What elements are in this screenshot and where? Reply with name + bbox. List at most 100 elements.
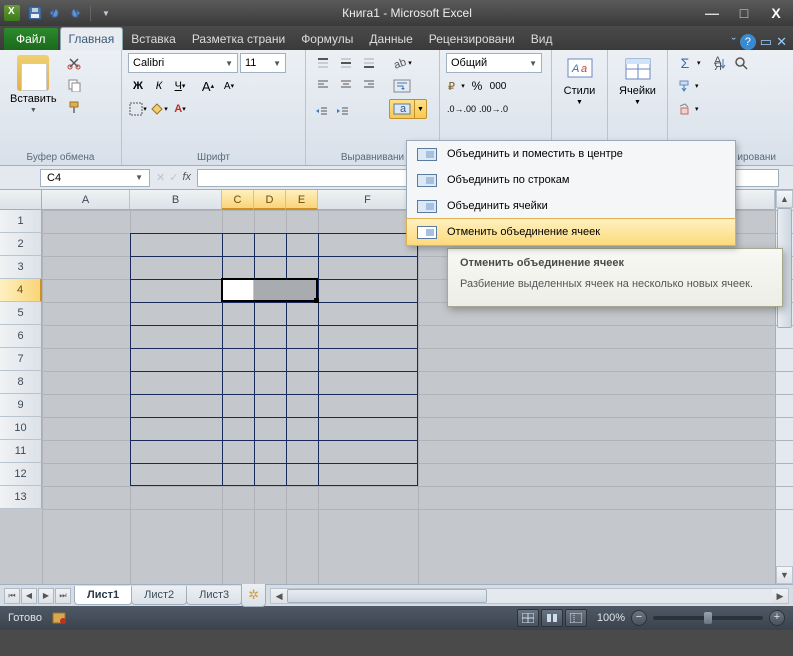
percent-button[interactable]: % (467, 76, 487, 96)
row-header-8[interactable]: 8 (0, 371, 42, 394)
align-bottom-button[interactable] (358, 53, 380, 73)
format-painter-icon[interactable] (64, 97, 84, 117)
scroll-up-icon[interactable]: ▲ (776, 190, 793, 208)
page-layout-view-button[interactable] (541, 609, 563, 627)
row-header-1[interactable]: 1 (0, 210, 42, 233)
sheet-tab-2[interactable]: Лист2 (131, 586, 187, 605)
maximize-button[interactable]: □ (731, 5, 757, 21)
undo-icon[interactable] (46, 4, 64, 22)
name-box[interactable]: C4▼ (40, 169, 150, 187)
underline-button[interactable]: Ч▾ (170, 76, 190, 96)
col-header-D[interactable]: D (254, 190, 286, 210)
grow-font-button[interactable]: A▴ (198, 76, 218, 96)
minimize-ribbon-icon[interactable]: ˇ (731, 35, 735, 50)
autosum-button[interactable]: Σ (674, 53, 696, 73)
decrease-decimal-button[interactable]: .00→.0 (478, 99, 509, 119)
decrease-indent-button[interactable] (312, 101, 332, 121)
horizontal-scrollbar[interactable]: ◀ ▶ (270, 588, 789, 604)
selection-marquee[interactable] (221, 278, 318, 302)
row-header-2[interactable]: 2 (0, 233, 42, 256)
number-format-combo[interactable]: Общий▼ (446, 53, 542, 73)
row-header-11[interactable]: 11 (0, 440, 42, 463)
row-header-7[interactable]: 7 (0, 348, 42, 371)
zoom-level[interactable]: 100% (597, 612, 625, 624)
shrink-font-button[interactable]: A▾ (219, 76, 239, 96)
paste-button[interactable]: Вставить ▼ (6, 53, 61, 116)
zoom-in-button[interactable]: + (769, 610, 785, 626)
macro-record-icon[interactable] (52, 611, 68, 625)
row-header-12[interactable]: 12 (0, 463, 42, 486)
redo-icon[interactable] (66, 4, 84, 22)
row-header-9[interactable]: 9 (0, 394, 42, 417)
increase-indent-button[interactable] (333, 101, 353, 121)
merge-center-icon[interactable]: a (389, 99, 415, 119)
font-name-combo[interactable]: Calibri▼ (128, 53, 238, 73)
tab-file[interactable]: Файл (4, 28, 58, 50)
tab-nav-first-icon[interactable]: ⏮ (4, 588, 20, 604)
zoom-slider[interactable] (653, 616, 763, 620)
tab-view[interactable]: Вид (523, 28, 561, 50)
select-all-corner[interactable] (0, 190, 42, 210)
tab-data[interactable]: Данные (361, 28, 420, 50)
minimize-button[interactable]: — (699, 5, 725, 21)
align-center-button[interactable] (335, 74, 357, 94)
zoom-out-button[interactable]: − (631, 610, 647, 626)
font-size-combo[interactable]: 11▼ (240, 53, 286, 73)
row-header-3[interactable]: 3 (0, 256, 42, 279)
row-header-5[interactable]: 5 (0, 302, 42, 325)
sheet-tab-1[interactable]: Лист1 (74, 586, 132, 605)
accounting-format-button[interactable]: ₽▾ (446, 76, 466, 96)
col-header-F[interactable]: F (318, 190, 418, 210)
enter-formula-icon[interactable]: ✓ (169, 171, 178, 184)
sort-filter-button[interactable]: AЯ (711, 53, 731, 73)
row-header-10[interactable]: 10 (0, 417, 42, 440)
copy-icon[interactable] (64, 75, 84, 95)
col-header-E[interactable]: E (286, 190, 318, 210)
cut-icon[interactable] (64, 53, 84, 73)
normal-view-button[interactable] (517, 609, 539, 627)
italic-button[interactable]: К (149, 76, 169, 96)
align-middle-button[interactable] (335, 53, 357, 73)
tab-review[interactable]: Рецензировани (421, 28, 523, 50)
row-header-13[interactable]: 13 (0, 486, 42, 509)
hscroll-left-icon[interactable]: ◀ (271, 589, 287, 603)
tab-nav-next-icon[interactable]: ▶ (38, 588, 54, 604)
tab-nav-last-icon[interactable]: ⏭ (55, 588, 71, 604)
fill-color-button[interactable]: ▾ (149, 99, 169, 119)
tab-insert[interactable]: Вставка (123, 28, 184, 50)
bold-button[interactable]: Ж (128, 76, 148, 96)
merge-across-item[interactable]: Объединить по строкам (407, 167, 735, 193)
font-color-button[interactable]: A▾ (170, 99, 190, 119)
align-left-button[interactable] (312, 74, 334, 94)
align-right-button[interactable] (358, 74, 380, 94)
increase-decimal-button[interactable]: .0→.00 (446, 99, 477, 119)
styles-button[interactable]: Aa Стили▼ (558, 53, 601, 108)
orientation-button[interactable]: ab▾ (389, 53, 415, 73)
fx-icon[interactable]: fx (182, 171, 191, 184)
borders-button[interactable]: ▾ (128, 99, 148, 119)
row-header-6[interactable]: 6 (0, 325, 42, 348)
tab-formulas[interactable]: Формулы (293, 28, 361, 50)
clear-button[interactable] (674, 99, 694, 119)
close-button[interactable]: X (763, 5, 789, 21)
tab-layout[interactable]: Разметка страни (184, 28, 293, 50)
hscroll-right-icon[interactable]: ▶ (772, 589, 788, 603)
tab-home[interactable]: Главная (60, 27, 124, 50)
fill-button[interactable] (674, 76, 694, 96)
hscroll-thumb[interactable] (287, 589, 487, 603)
mdi-close-icon[interactable]: ✕ (776, 34, 787, 50)
col-header-A[interactable]: A (42, 190, 130, 210)
align-top-button[interactable] (312, 53, 334, 73)
find-select-button[interactable] (732, 53, 752, 73)
tab-nav-prev-icon[interactable]: ◀ (21, 588, 37, 604)
unmerge-cells-item[interactable]: Отменить объединение ячеек (406, 218, 736, 246)
merge-dropdown-icon[interactable]: ▼ (415, 99, 427, 119)
wrap-text-button[interactable] (389, 76, 415, 96)
new-sheet-button[interactable]: ✲ (241, 584, 266, 607)
sheet-tab-3[interactable]: Лист3 (186, 586, 242, 605)
window-options-icon[interactable]: ▭ (760, 34, 772, 50)
merge-center-item[interactable]: Объединить и поместить в центре (407, 141, 735, 167)
comma-button[interactable]: 000 (488, 76, 508, 96)
col-header-C[interactable]: C (222, 190, 254, 210)
merge-cells-item[interactable]: Объединить ячейки (407, 193, 735, 219)
